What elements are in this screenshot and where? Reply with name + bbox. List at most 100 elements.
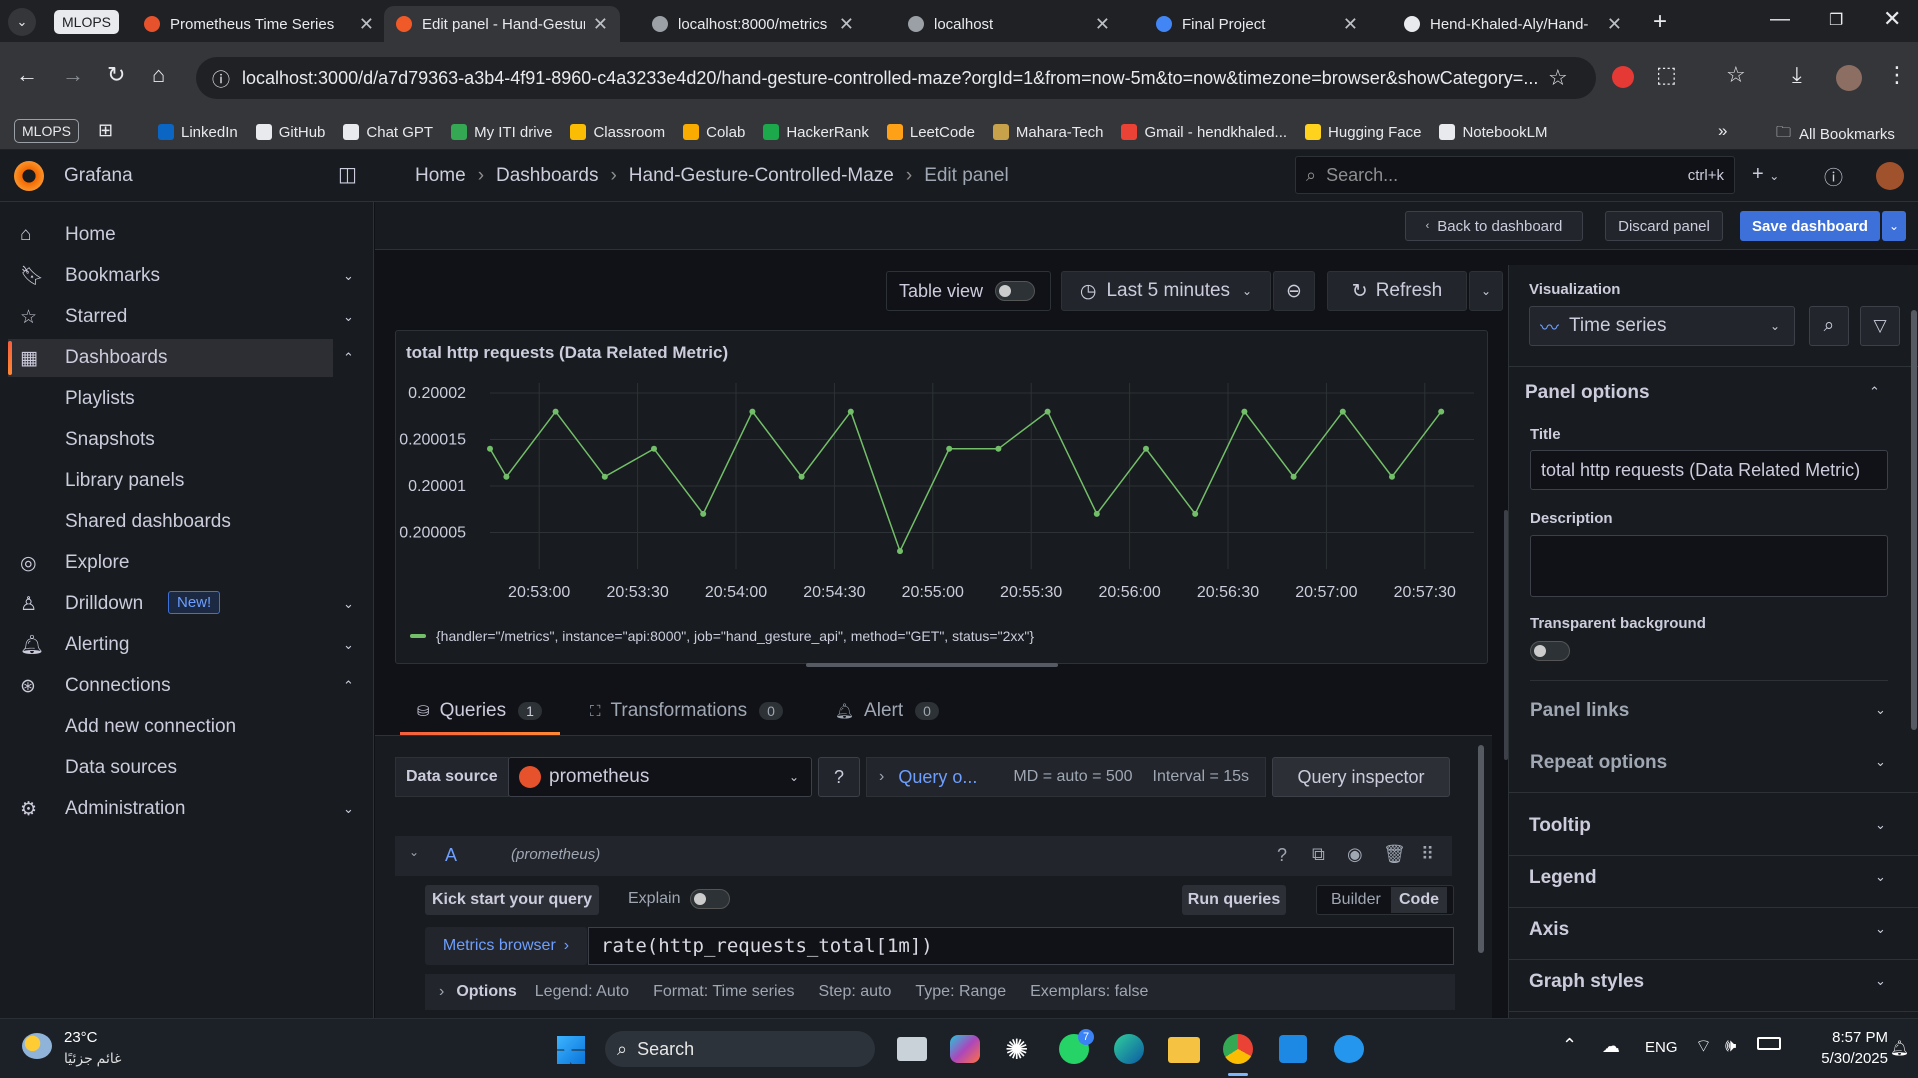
forward-arrow-icon[interactable]: → bbox=[62, 62, 84, 88]
chatgpt-icon[interactable]: ✺ bbox=[1005, 1033, 1028, 1066]
chevron-down-icon[interactable]: ⌄ bbox=[1875, 921, 1886, 937]
sidebar-item-add-new-connection[interactable]: Add new connection bbox=[0, 708, 374, 746]
address-bar[interactable]: ⓘ localhost:3000/d/a7d79363-a3b4-4f91-89… bbox=[196, 57, 1596, 99]
grafana-logo-icon[interactable] bbox=[14, 161, 44, 191]
time-series-chart[interactable]: 0.200005 0.20001 0.200015 0.20002 20:53:00 20… bbox=[396, 331, 1489, 665]
reading-list-icon[interactable]: ☆ bbox=[1726, 62, 1746, 88]
copilot-icon[interactable] bbox=[950, 1035, 980, 1063]
tab-alert[interactable]: 🔔︎ Alert 0 bbox=[835, 700, 939, 722]
data-point[interactable] bbox=[1044, 408, 1051, 415]
bookmark-item[interactable]: Gmail - hendkhaled... bbox=[1121, 124, 1287, 141]
options-section-repeat-options[interactable]: Repeat options bbox=[1530, 752, 1667, 774]
site-info-icon[interactable]: ⓘ bbox=[212, 66, 230, 92]
data-point[interactable] bbox=[487, 445, 493, 452]
run-queries-button[interactable]: Run queries bbox=[1182, 885, 1286, 915]
chevron-down-icon[interactable]: ⌄ bbox=[343, 268, 354, 284]
sidebar-item-starred[interactable]: ☆ Starred ⌄ bbox=[0, 298, 374, 336]
data-point[interactable] bbox=[700, 510, 707, 517]
queries-scrollbar[interactable] bbox=[1478, 745, 1484, 953]
start-button[interactable] bbox=[557, 1036, 585, 1064]
chevron-up-icon[interactable]: ⌃ bbox=[1869, 384, 1880, 400]
bookmark-item[interactable]: Mahara-Tech bbox=[992, 124, 1103, 141]
delete-query-icon[interactable]: 🗑︎ bbox=[1383, 844, 1406, 865]
apps-grid-icon[interactable]: ⊞ bbox=[98, 120, 113, 141]
weather-icon[interactable] bbox=[22, 1033, 52, 1059]
sidebar-item-administration[interactable]: ⚙ Administration ⌄ bbox=[0, 790, 374, 828]
panel-options-header[interactable]: Panel options bbox=[1525, 382, 1650, 404]
duplicate-query-icon[interactable]: ⧉ bbox=[1312, 844, 1325, 865]
options-section-panel-links[interactable]: Panel links bbox=[1530, 700, 1629, 722]
back-to-dashboard-button[interactable]: ‹ Back to dashboard bbox=[1405, 211, 1583, 241]
table-view-toggle[interactable]: Table view bbox=[886, 271, 1051, 311]
restore-button[interactable]: ❐ bbox=[1829, 10, 1843, 30]
save-dashboard-button[interactable]: Save dashboard bbox=[1740, 211, 1880, 241]
breadcrumb-home[interactable]: Home bbox=[415, 165, 466, 187]
bookmark-item[interactable]: My ITI drive bbox=[451, 124, 552, 141]
chrome-icon[interactable] bbox=[1223, 1034, 1253, 1064]
tab-close-icon[interactable]: ✕ bbox=[839, 14, 854, 35]
data-point[interactable] bbox=[847, 408, 854, 415]
chevron-down-icon[interactable]: ⌄ bbox=[343, 801, 354, 817]
options-scrollbar[interactable] bbox=[1911, 310, 1917, 730]
data-point[interactable] bbox=[552, 408, 559, 415]
options-section-axis[interactable]: Axis bbox=[1529, 919, 1569, 941]
tab-transformations[interactable]: ⛶ Transformations 0 bbox=[590, 700, 783, 722]
bookmark-item[interactable]: LinkedIn bbox=[158, 124, 238, 141]
search-input[interactable]: ⌕ Search... ctrl+k bbox=[1295, 156, 1735, 194]
breadcrumb-dashboard[interactable]: Hand-Gesture-Controlled-Maze bbox=[629, 165, 894, 187]
add-new-button[interactable]: + ⌄ bbox=[1752, 163, 1779, 186]
data-point[interactable] bbox=[651, 445, 657, 452]
data-point[interactable] bbox=[1192, 510, 1199, 517]
sidebar-item-explore[interactable]: ◎ Explore bbox=[0, 544, 374, 582]
breadcrumb-dashboards[interactable]: Dashboards bbox=[496, 165, 598, 187]
chevron-down-icon[interactable]: ⌄ bbox=[343, 596, 354, 612]
bookmark-item[interactable]: Classroom bbox=[570, 124, 665, 141]
transparent-switch[interactable] bbox=[1530, 641, 1570, 661]
browser-tab[interactable]: localhost:8000/metrics ✕ bbox=[640, 6, 866, 42]
query-options-summary[interactable]: › Options Legend: Auto Format: Time seri… bbox=[425, 974, 1455, 1010]
data-point[interactable] bbox=[897, 548, 903, 555]
data-point[interactable] bbox=[1143, 445, 1149, 452]
metrics-browser-button[interactable]: Metrics browser › bbox=[425, 927, 587, 965]
data-point[interactable] bbox=[601, 473, 608, 480]
bookmark-item[interactable]: LeetCode bbox=[886, 124, 975, 141]
data-point[interactable] bbox=[1389, 473, 1395, 480]
refresh-interval-chevron[interactable]: ⌄ bbox=[1469, 271, 1503, 311]
options-filter-icon[interactable]: ▽ bbox=[1860, 306, 1900, 346]
sidebar-item-connections[interactable]: ⊛ Connections ⌃ bbox=[0, 667, 374, 705]
profile-avatar[interactable] bbox=[1836, 65, 1862, 91]
data-point[interactable] bbox=[1438, 408, 1445, 415]
back-arrow-icon[interactable]: ← bbox=[16, 62, 38, 88]
new-tab-button[interactable]: + bbox=[1653, 8, 1667, 36]
data-point[interactable] bbox=[1339, 408, 1346, 415]
profile-chip[interactable]: MLOPS bbox=[54, 10, 120, 34]
task-view-icon[interactable] bbox=[897, 1037, 927, 1061]
chevron-down-icon[interactable]: ⌄ bbox=[1875, 702, 1886, 718]
tab-close-icon[interactable]: ✕ bbox=[1095, 14, 1110, 35]
bookmark-star-icon[interactable]: ☆ bbox=[1548, 65, 1568, 91]
data-point[interactable] bbox=[946, 445, 953, 452]
sidebar-item-library-panels[interactable]: Library panels bbox=[0, 462, 374, 500]
bookmark-item[interactable]: NotebookLM bbox=[1439, 124, 1548, 141]
reload-icon[interactable]: ↻ bbox=[107, 62, 125, 88]
vscode-icon[interactable] bbox=[1279, 1035, 1307, 1063]
description-textarea[interactable] bbox=[1530, 535, 1888, 597]
browser-tab[interactable]: Prometheus Time Series ✕ bbox=[132, 6, 386, 42]
home-icon[interactable]: ⌂ bbox=[152, 62, 165, 88]
more-bookmarks-icon[interactable]: » bbox=[1718, 121, 1727, 141]
docker-icon[interactable] bbox=[1334, 1035, 1364, 1063]
sidebar-item-alerting[interactable]: 🔔︎ Alerting ⌄ bbox=[0, 626, 374, 664]
discard-panel-button[interactable]: Discard panel bbox=[1605, 211, 1723, 241]
chevron-down-icon[interactable]: ⌄ bbox=[1875, 973, 1886, 989]
title-input[interactable]: total http requests (Data Related Metric… bbox=[1530, 450, 1888, 490]
data-point[interactable] bbox=[1241, 408, 1248, 415]
show-hidden-icons[interactable]: ⌃ bbox=[1562, 1035, 1577, 1056]
clock-time[interactable]: 8:57 PM bbox=[1810, 1029, 1888, 1046]
browser-tab[interactable]: Hend-Khaled-Aly/Hand- ✕ bbox=[1392, 6, 1634, 42]
tab-queries[interactable]: ⛁ Queries 1 bbox=[417, 700, 542, 722]
visualization-picker[interactable]: 〰 Time series ⌄ bbox=[1529, 306, 1795, 346]
tab-close-icon[interactable]: ✕ bbox=[1343, 14, 1358, 35]
data-point[interactable] bbox=[1093, 510, 1100, 517]
browser-tab[interactable]: Final Project ✕ bbox=[1144, 6, 1370, 42]
save-options-chevron[interactable]: ⌄ bbox=[1882, 211, 1906, 241]
